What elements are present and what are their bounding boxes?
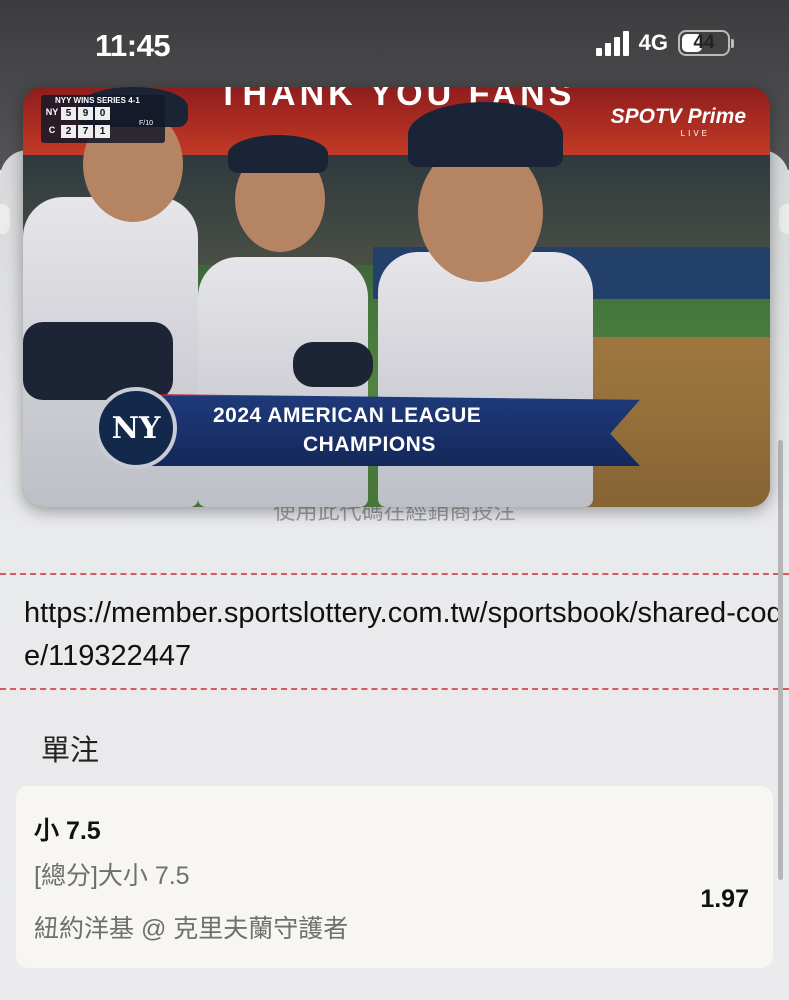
battery-level: 44 [693,32,715,53]
series-status: NYY WINS SERIES 4-1 [55,96,140,105]
status-icons: 4G 44 [595,30,734,56]
share-link[interactable]: https://member.sportslottery.com.tw/spor… [24,592,784,678]
bet-market: [總分]大小 7.5 [34,862,190,890]
right-edge-handle [779,204,789,234]
team-logo-text: NY [111,410,161,446]
inning-indicator: F/10 [139,120,154,127]
scorebug: NYY WINS SERIES 4-1 NY 5 9 0 C 2 7 1 F/1… [41,95,165,143]
scrollbar[interactable] [778,440,783,880]
battery-icon: 44 [678,30,734,56]
away-errors: 0 [95,107,110,120]
divider-bottom [0,688,789,690]
home-hits: 7 [78,125,93,138]
away-team: NY [45,107,59,117]
away-hits: 9 [78,107,93,120]
section-title: 單注 [41,735,100,767]
bet-card[interactable]: 小 7.5 [總分]大小 7.5 紐約洋基 @ 克里夫蘭守護者 1.97 [16,786,773,968]
score-row-away: NY 5 9 0 [45,107,110,120]
network-type-label: 4G [638,30,668,55]
signal-icon [595,30,629,56]
left-edge-handle [0,204,10,234]
away-runs: 5 [61,107,76,120]
bet-selection: 小 7.5 [34,817,101,845]
champion-title-line2: CHAMPIONS [303,433,436,456]
home-runs: 2 [61,125,76,138]
champion-title-line1: 2024 AMERICAN LEAGUE [213,404,482,427]
champion-ribbon: 2024 AMERICAN LEAGUE CHAMPIONS [143,394,640,466]
pip-video[interactable]: THANK YOU FANS NYY WINS SERIES 4-1 NY 5 … [23,87,770,507]
divider-top [0,573,789,575]
bet-odds: 1.97 [700,885,749,913]
bet-match: 紐約洋基 @ 克里夫蘭守護者 [34,915,349,943]
home-team: C [48,125,56,135]
home-errors: 1 [95,125,110,138]
network-logo: SPOTV Prime [610,105,746,128]
yankees-logo-icon: NY [95,387,177,469]
network-live-label: LIVE [680,129,710,138]
score-row-home: C 2 7 1 [45,125,110,138]
status-time: 11:45 [95,28,171,63]
